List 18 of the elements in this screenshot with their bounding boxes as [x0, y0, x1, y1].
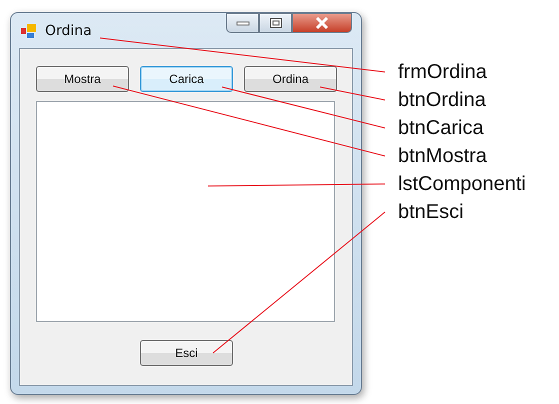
- minimize-button[interactable]: [226, 13, 259, 33]
- exit-button[interactable]: Esci: [140, 340, 233, 366]
- maximize-icon: [268, 17, 282, 29]
- callout-label: btnEsci: [398, 200, 465, 225]
- window-title: Ordina: [45, 22, 92, 38]
- minimize-icon: [236, 19, 250, 27]
- app-icon: [21, 22, 37, 38]
- form-button[interactable]: Mostra: [36, 66, 129, 92]
- close-button[interactable]: [292, 13, 352, 33]
- callout-label: lstComponenti: [398, 172, 526, 197]
- form-button[interactable]: Ordina: [244, 66, 337, 92]
- callout-label: btnCarica: [398, 116, 485, 141]
- maximize-button[interactable]: [259, 13, 292, 33]
- callout-label: btnMostra: [398, 144, 488, 169]
- form-button[interactable]: Carica: [140, 66, 233, 92]
- callout-label: frmOrdina: [398, 60, 488, 85]
- close-icon: [314, 17, 330, 29]
- callout-label: btnOrdina: [398, 88, 487, 113]
